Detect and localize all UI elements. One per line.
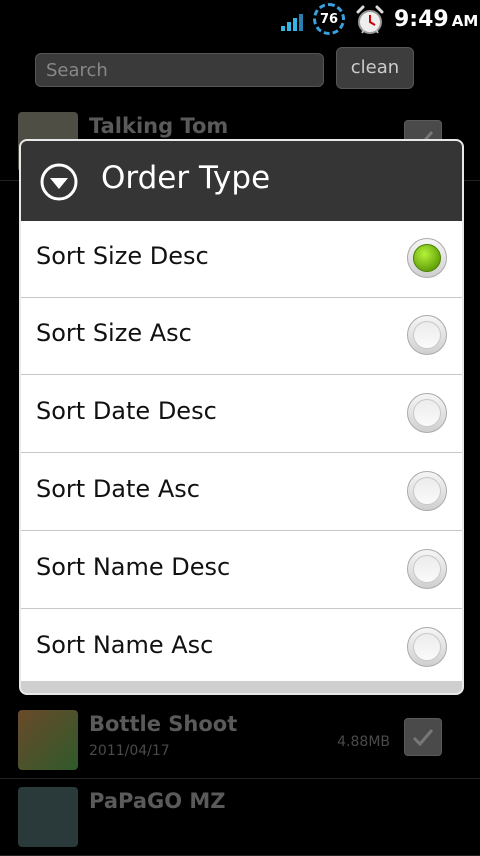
option-sort-name-desc[interactable]: Sort Name Desc xyxy=(21,532,462,609)
option-label: Sort Size Asc xyxy=(36,319,192,347)
option-sort-date-desc[interactable]: Sort Date Desc xyxy=(21,376,462,453)
radio-button[interactable] xyxy=(407,315,447,355)
radio-button[interactable] xyxy=(407,627,447,667)
option-sort-date-asc[interactable]: Sort Date Asc xyxy=(21,454,462,531)
radio-button[interactable] xyxy=(407,471,447,511)
option-sort-size-asc[interactable]: Sort Size Asc xyxy=(21,298,462,375)
option-label: Sort Name Desc xyxy=(36,553,231,581)
radio-button[interactable] xyxy=(407,549,447,589)
dialog-header: Order Type xyxy=(21,141,462,222)
option-sort-name-asc[interactable]: Sort Name Asc xyxy=(21,610,462,687)
dialog-footer xyxy=(21,681,462,693)
option-sort-size-desc[interactable]: Sort Size Desc xyxy=(21,221,462,298)
radio-button[interactable] xyxy=(407,393,447,433)
dialog-title: Order Type xyxy=(101,160,271,196)
chevron-down-circle-icon xyxy=(40,163,78,201)
option-label: Sort Size Desc xyxy=(36,242,209,270)
radio-button[interactable] xyxy=(407,238,447,278)
option-label: Sort Date Asc xyxy=(36,475,200,503)
order-type-dialog: Order Type Sort Size Desc Sort Size Asc … xyxy=(19,139,464,695)
option-label: Sort Name Asc xyxy=(36,631,214,659)
option-label: Sort Date Desc xyxy=(36,397,217,425)
